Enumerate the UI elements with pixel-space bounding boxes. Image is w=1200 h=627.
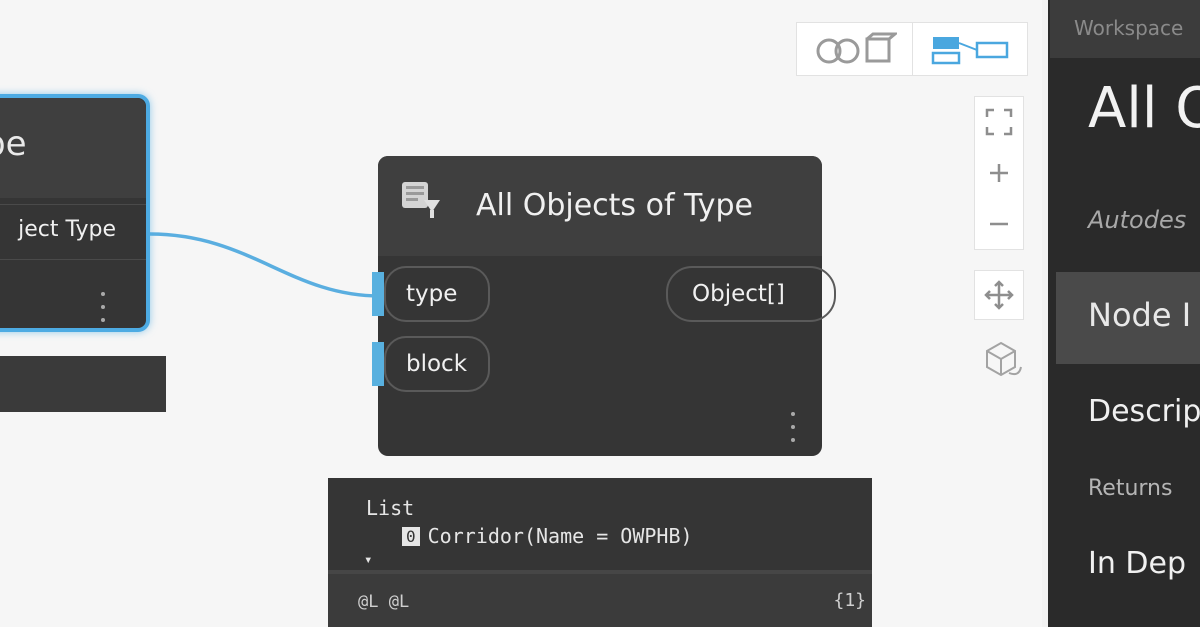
node-type-icon	[402, 182, 440, 218]
output-port-object[interactable]: Object[]	[666, 266, 836, 322]
zoom-out-icon	[990, 222, 1008, 225]
input-port-block-label: block	[406, 351, 468, 377]
panel-divider[interactable]	[1042, 0, 1048, 627]
source-node-menu-icon[interactable]	[100, 292, 106, 322]
graph-view-button[interactable]	[911, 23, 1028, 75]
preview-levels: @L @L	[358, 592, 410, 612]
orbit-button[interactable]	[976, 334, 1026, 384]
panel-heading: All O	[1088, 76, 1200, 141]
preview-count: {1}	[833, 590, 866, 611]
all-objects-of-type-node[interactable]: All Objects of Type type block Object[]	[372, 156, 836, 456]
zoom-fit-button[interactable]	[975, 97, 1023, 148]
panel-node-info-section[interactable]: Node I	[1056, 272, 1200, 364]
orbit-icon	[986, 341, 1022, 377]
geometry-view-button[interactable]	[797, 23, 912, 75]
view-toggle-toolbar	[796, 22, 1028, 76]
zoom-out-button[interactable]	[975, 198, 1023, 249]
zoom-in-icon	[990, 164, 1008, 182]
source-node-title: pe	[0, 124, 27, 164]
type-port-marker[interactable]	[372, 272, 384, 316]
panel-returns-text: Returns	[1088, 476, 1173, 501]
panel-tab-label: Workspace	[1074, 16, 1184, 40]
input-port-type-label: type	[406, 281, 458, 307]
graph-view-icon	[931, 37, 1008, 65]
panel-tab-workspace[interactable]: Workspace	[1050, 0, 1200, 58]
source-node[interactable]: pe ject Type	[0, 94, 150, 332]
panel-subtitle: Autodes	[1088, 206, 1187, 234]
preview-list-label: List	[366, 496, 415, 520]
panel-in-depth-label: In Dep	[1088, 546, 1186, 581]
node-header: All Objects of Type	[378, 156, 822, 256]
preview-footer: @L @L {1}	[328, 570, 872, 627]
workspace-canvas[interactable]: pe ject Type All Objects of Type type	[0, 0, 1042, 627]
preview-expand-icon[interactable]: ▾	[364, 552, 372, 568]
pan-icon	[984, 280, 1014, 310]
node-help-panel: Workspace All O Autodes Node I Descrip R…	[1042, 0, 1200, 627]
zoom-in-button[interactable]	[975, 148, 1023, 199]
input-port-block[interactable]: block	[384, 336, 490, 392]
source-node-preview-strip	[0, 356, 166, 412]
node-preview-bubble[interactable]: List 0 Corridor(Name = OWPHB) ▾ @L @L {1…	[328, 478, 872, 627]
preview-list-item: 0 Corridor(Name = OWPHB)	[402, 524, 693, 548]
source-node-header: pe	[0, 98, 146, 198]
panel-description-label: Descrip	[1088, 394, 1200, 429]
preview-item-index: 0	[402, 526, 420, 546]
source-node-output-label: ject Type	[18, 217, 116, 242]
block-port-marker[interactable]	[372, 342, 384, 386]
node-title: All Objects of Type	[476, 188, 753, 223]
source-node-output-row: ject Type	[0, 204, 146, 260]
node-menu-icon[interactable]	[790, 412, 796, 442]
zoom-fit-icon	[985, 109, 1013, 136]
output-port-label: Object[]	[692, 281, 785, 307]
pan-button[interactable]	[974, 270, 1024, 320]
input-port-type[interactable]: type	[384, 266, 490, 322]
preview-item-value: Corridor(Name = OWPHB)	[427, 524, 693, 548]
geometry-view-icon	[816, 32, 898, 64]
panel-node-info-label: Node I	[1088, 296, 1192, 334]
zoom-controls	[974, 96, 1024, 250]
